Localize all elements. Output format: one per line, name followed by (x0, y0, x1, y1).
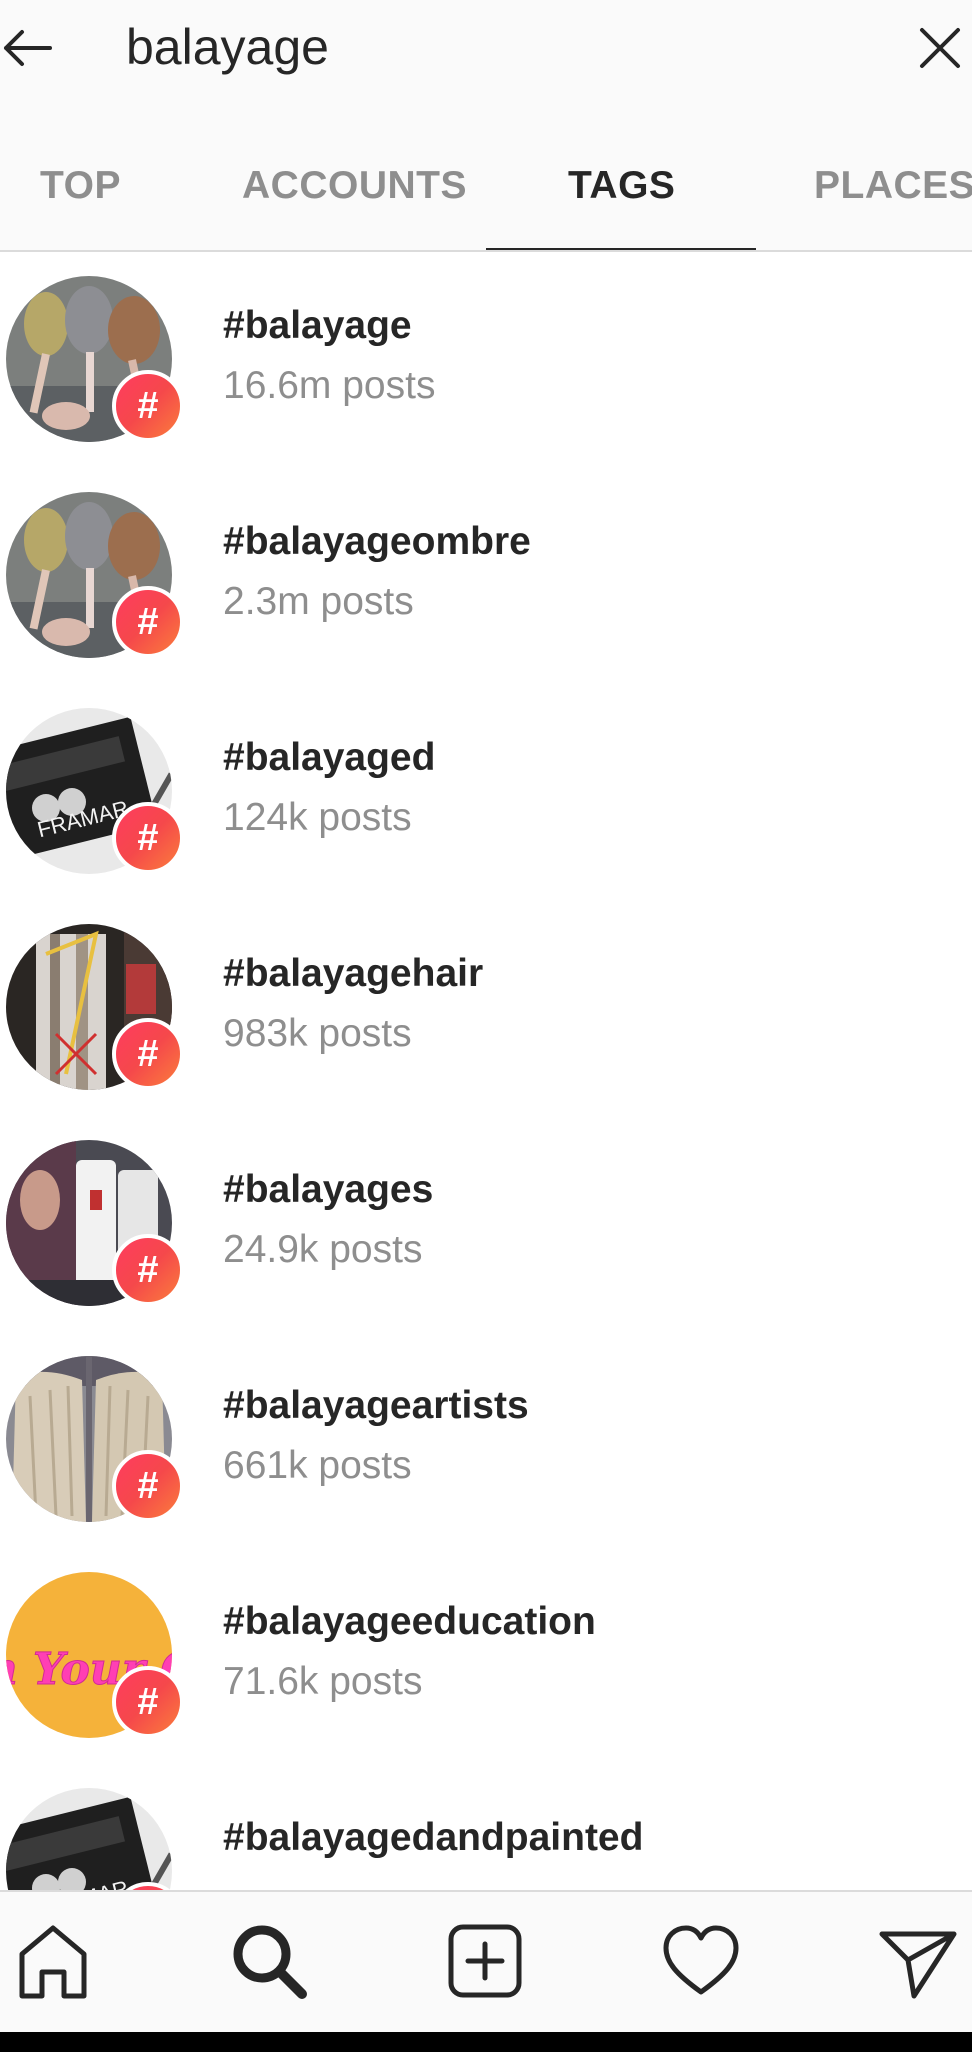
search-header: TOP ACCOUNTS TAGS PLACES (0, 0, 972, 252)
tag-result-row[interactable]: Own Your Own # #balayageeducation 71.6k … (0, 1548, 972, 1764)
tab-tags[interactable]: TAGS (568, 164, 675, 250)
tag-post-count: 661k posts (223, 1444, 412, 1487)
arrow-left-icon (4, 30, 52, 66)
tag-results-list: # #balayage 16.6m posts # #balayageombre… (0, 252, 972, 1890)
tag-result-row[interactable]: # #balayage 16.6m posts (0, 252, 972, 468)
new-post-icon (448, 1924, 522, 1998)
tag-result-row[interactable]: FRAMAR # #balayaged 124k posts (0, 684, 972, 900)
tag-name: #balayaged (223, 736, 436, 779)
tag-result-row[interactable]: FRAMAR # #balayagedandpainted (0, 1764, 972, 1890)
heart-icon (663, 1925, 739, 1995)
tag-post-count: 2.3m posts (223, 580, 414, 623)
hashtag-badge-icon: # (112, 1018, 184, 1090)
tag-thumbnail: FRAMAR (6, 1788, 172, 1890)
clear-search-button[interactable] (914, 22, 966, 74)
direct-message-icon (879, 1931, 957, 1999)
tag-name: #balayagehair (223, 952, 484, 995)
framar-foil-box-photo: FRAMAR (6, 1788, 172, 1890)
close-icon (920, 28, 960, 68)
nav-new-post-button[interactable] (440, 1916, 530, 2006)
tag-post-count: 24.9k posts (223, 1228, 423, 1271)
tag-name: #balayagedandpainted (223, 1816, 644, 1859)
hashtag-badge-icon: # (112, 802, 184, 874)
tag-result-row[interactable]: # #balayageombre 2.3m posts (0, 468, 972, 684)
search-icon (233, 1925, 307, 1999)
bottom-navigation-bar (0, 1890, 972, 2032)
tag-post-count: 71.6k posts (223, 1660, 423, 1703)
tag-post-count: 983k posts (223, 1012, 412, 1055)
tab-places[interactable]: PLACES (814, 164, 972, 250)
tag-name: #balayageartists (223, 1384, 529, 1427)
home-icon (19, 1925, 87, 1999)
search-tabs: TOP ACCOUNTS TAGS PLACES (0, 150, 972, 252)
tag-result-row[interactable]: # #balayages 24.9k posts (0, 1116, 972, 1332)
tag-post-count: 124k posts (223, 796, 412, 839)
tag-name: #balayage (223, 304, 412, 347)
nav-activity-button[interactable] (656, 1916, 746, 2006)
hashtag-badge-icon: # (112, 1234, 184, 1306)
tag-result-row[interactable]: # #balayagehair 983k posts (0, 900, 972, 1116)
hashtag-badge-icon: # (112, 370, 184, 442)
tag-name: #balayageeducation (223, 1600, 596, 1643)
tab-top[interactable]: TOP (40, 164, 121, 250)
search-input[interactable] (126, 12, 886, 82)
tag-post-count: 16.6m posts (223, 364, 436, 407)
tag-result-row[interactable]: # #balayageartists 661k posts (0, 1332, 972, 1548)
nav-direct-button[interactable] (872, 1916, 962, 2006)
hashtag-badge-icon: # (112, 1450, 184, 1522)
hashtag-badge-icon: # (112, 1666, 184, 1738)
nav-search-button[interactable] (224, 1916, 314, 2006)
tag-name: #balayageombre (223, 520, 531, 563)
hashtag-badge-icon: # (112, 586, 184, 658)
tag-name: #balayages (223, 1168, 434, 1211)
nav-home-button[interactable] (8, 1916, 98, 2006)
back-button[interactable] (0, 18, 60, 78)
system-navigation-bar (0, 2032, 972, 2052)
tab-accounts[interactable]: ACCOUNTS (242, 164, 467, 250)
